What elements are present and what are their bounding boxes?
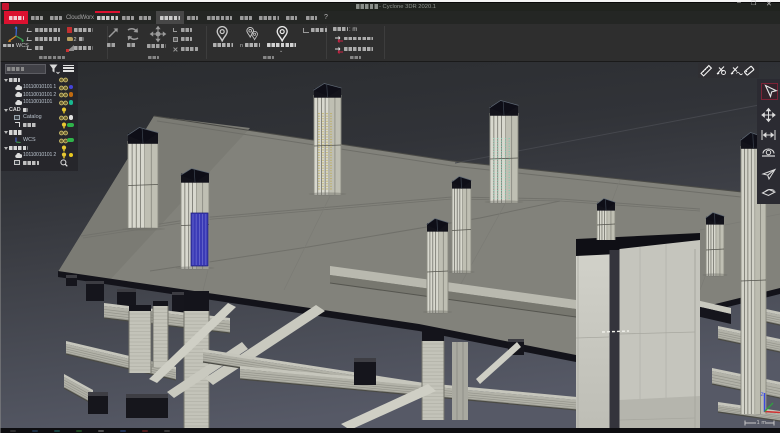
svg-text:z: z bbox=[761, 391, 764, 398]
svg-text:1 m: 1 m bbox=[757, 420, 767, 426]
